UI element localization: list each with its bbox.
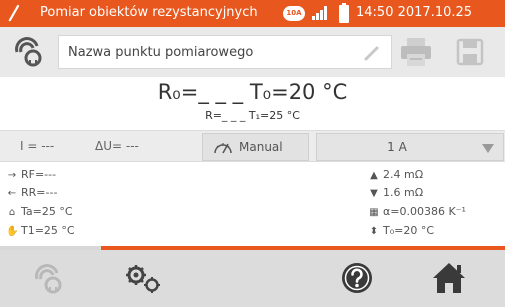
current-range-select[interactable]: 1 A [316,133,504,161]
printer-icon[interactable] [396,35,436,69]
measurement-point-name: Nazwa punktu pomiarowego [68,45,254,60]
ambient-temperature-icon: ⌂ [8,207,16,218]
arrow-left-icon: ← [7,188,17,199]
save-icon[interactable] [455,37,485,67]
parameters-row: I = --- ΔU= --- Manual 1 A [0,130,505,162]
material-coefficient-icon: ▦ [369,207,379,218]
measurement-point-name-field[interactable]: Nazwa punktu pomiarowego [58,35,392,69]
resistance-probe-icon[interactable] [33,263,65,295]
signal-strength-icon [312,6,327,20]
material-coefficient: ▦ α=0.00386 K⁻¹ [369,205,466,218]
pencil-icon[interactable] [363,44,381,62]
arrow-right-icon: → [7,170,17,181]
settings-gears-icon[interactable] [122,263,162,295]
lower-limit-icon: ▼ [370,188,378,199]
help-icon[interactable] [340,261,374,295]
forward-resistance: → RF=--- [7,168,57,181]
measurement-details: → RF=--- ← RR=--- ⌂ Ta=25 °C ✋ T1=25 °C ▲ 2.4… [0,162,505,246]
reverse-resistance: ← RR=--- [7,186,58,199]
lower-limit: ▼ 1.6 mΩ [368,186,423,199]
reference-temperature: ⬍ T₀=20 °C [369,224,435,237]
battery-icon [339,3,349,23]
ambient-temperature: ⌂ Ta=25 °C [6,205,73,218]
pencil-icon [8,4,20,22]
status-bar: Pomiar obiektów rezystancyjnych 10A 14:5… [0,0,505,27]
screen-title: Pomiar obiektów rezystancyjnych [40,5,258,20]
current-10a-badge: 10A [283,6,305,21]
gauge-icon [214,143,232,154]
current-reading: I = --- [20,139,55,153]
upper-limit-icon: ▲ [370,170,378,181]
mode-manual-button[interactable]: Manual [202,133,309,161]
object-temperature: ✋ T1=25 °C [6,224,75,237]
chevron-down-icon [482,144,494,153]
resistance-probe-icon[interactable] [13,36,45,68]
bottom-navigation [0,250,505,307]
secondary-result-value: R=_ _ _ T₁=25 °C [205,109,300,122]
reference-temperature-icon: ⬍ [369,226,379,237]
measurement-result: R₀=_ _ _ T₀=20 °C R=_ _ _ T₁=25 °C [0,77,505,130]
upper-limit: ▲ 2.4 mΩ [368,168,423,181]
toolbar: Nazwa punktu pomiarowego [0,27,505,77]
object-temperature-icon: ✋ [6,226,19,237]
main-result-value: R₀=_ _ _ T₀=20 °C [157,80,348,104]
mode-label: Manual [239,140,283,154]
current-range-value: 1 A [387,140,407,154]
home-icon[interactable] [431,261,467,295]
clock-date: 14:50 2017.10.25 [356,5,473,20]
voltage-drop-reading: ΔU= --- [95,139,139,153]
